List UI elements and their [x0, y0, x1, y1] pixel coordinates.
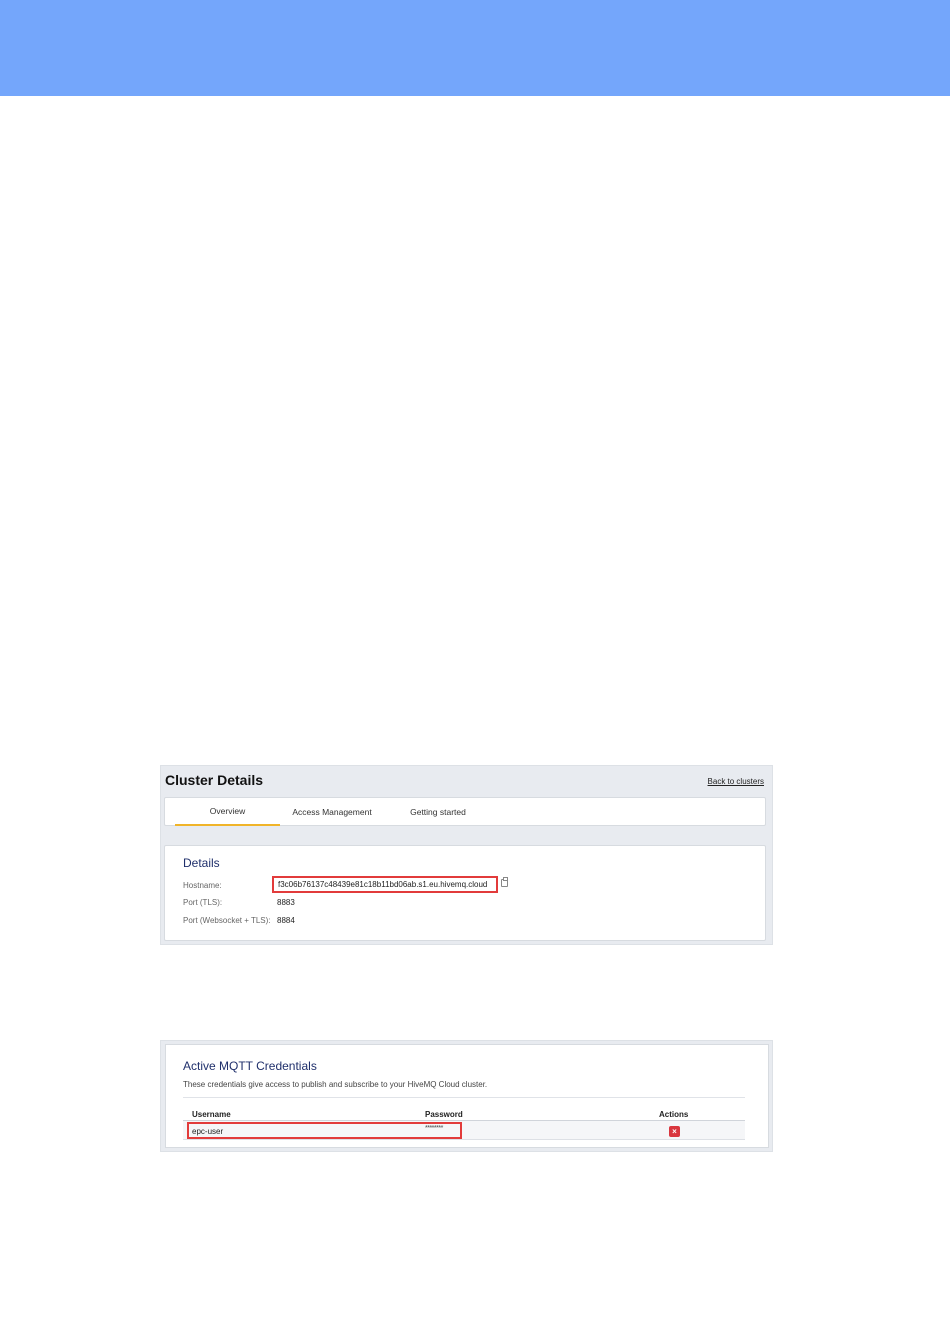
port-websocket-value: 8884 — [277, 916, 295, 925]
column-header-username: Username — [192, 1110, 231, 1119]
tab-bar: Overview Access Management Getting start… — [164, 797, 766, 826]
hostname-label: Hostname: — [183, 881, 222, 890]
page-title: Cluster Details — [165, 772, 264, 788]
port-tls-label: Port (TLS): — [183, 898, 223, 907]
port-websocket-label: Port (Websocket + TLS): — [183, 916, 271, 925]
details-heading: Details — [183, 856, 220, 870]
port-tls-value: 8883 — [277, 898, 295, 907]
column-header-actions: Actions — [659, 1110, 689, 1119]
tab-getting-started[interactable]: Getting started — [393, 798, 483, 825]
column-header-password: Password — [425, 1110, 463, 1119]
credentials-description: These credentials give access to publish… — [183, 1080, 488, 1089]
credentials-panel: Active MQTT Credentials These credential… — [165, 1044, 769, 1148]
tab-access-management[interactable]: Access Management — [285, 798, 379, 825]
credentials-screenshot: Active MQTT Credentials These credential… — [160, 1040, 773, 1152]
highlight-box — [187, 1122, 462, 1139]
delete-icon[interactable]: × — [669, 1126, 680, 1137]
table-divider — [183, 1097, 745, 1098]
back-to-clusters-link[interactable]: Back to clusters — [708, 777, 764, 786]
credentials-title: Active MQTT Credentials — [183, 1059, 317, 1073]
header-banner — [0, 0, 950, 96]
copy-icon[interactable] — [501, 877, 508, 887]
cluster-details-screenshot: Cluster Details Back to clusters Overvie… — [160, 765, 773, 945]
tab-overview[interactable]: Overview — [175, 798, 280, 826]
hostname-value[interactable]: f3c06b76137c48439e81c18b11bd06ab.s1.eu.h… — [272, 876, 498, 893]
details-panel: Details Hostname: f3c06b76137c48439e81c1… — [164, 845, 766, 941]
